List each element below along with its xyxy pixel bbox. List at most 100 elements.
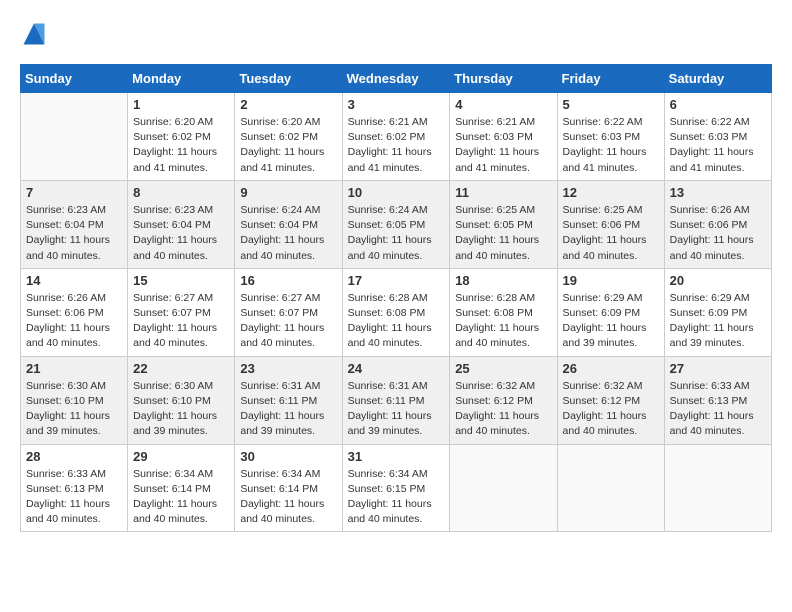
- header-day-tuesday: Tuesday: [235, 65, 342, 93]
- calendar-cell: 11Sunrise: 6:25 AM Sunset: 6:05 PM Dayli…: [450, 180, 557, 268]
- day-number: 24: [348, 361, 445, 376]
- day-number: 7: [26, 185, 122, 200]
- day-number: 22: [133, 361, 229, 376]
- logo-icon: [20, 20, 48, 48]
- calendar-cell: 22 Sunrise: 6:30 AM Sunset: 6:10 PM Dayli…: [128, 356, 235, 444]
- calendar-cell: 20Sunrise: 6:29 AM Sunset: 6:09 PM Dayli…: [664, 268, 771, 356]
- calendar-cell: [450, 444, 557, 532]
- day-info: Sunrise: 6:31 AM Sunset: 6:11 PM Dayligh…: [240, 379, 336, 440]
- header-day-friday: Friday: [557, 65, 664, 93]
- calendar-week-row: 7 Sunrise: 6:23 AM Sunset: 6:04 PM Daylig…: [21, 180, 772, 268]
- day-info: Sunrise: 6:28 AM Sunset: 6:08 PM Dayligh…: [348, 291, 445, 352]
- day-info: Sunrise: 6:26 AM Sunset: 6:06 PM Dayligh…: [26, 291, 122, 352]
- calendar-cell: 23 Sunrise: 6:31 AM Sunset: 6:11 PM Dayli…: [235, 356, 342, 444]
- calendar-cell: 8Sunrise: 6:23 AM Sunset: 6:04 PM Daylig…: [128, 180, 235, 268]
- day-number: 31: [348, 449, 445, 464]
- day-number: 30: [240, 449, 336, 464]
- calendar-cell: [21, 93, 128, 181]
- day-number: 28: [26, 449, 122, 464]
- day-number: 3: [348, 97, 445, 112]
- day-info: Sunrise: 6:21 AM Sunset: 6:02 PM Dayligh…: [348, 115, 445, 176]
- calendar-table: SundayMondayTuesdayWednesdayThursdayFrid…: [20, 64, 772, 532]
- calendar-cell: 30 Sunrise: 6:34 AM Sunset: 6:14 PM Dayli…: [235, 444, 342, 532]
- day-info: Sunrise: 6:25 AM Sunset: 6:06 PM Dayligh…: [563, 203, 659, 264]
- day-number: 29: [133, 449, 229, 464]
- day-info: Sunrise: 6:25 AM Sunset: 6:05 PM Dayligh…: [455, 203, 551, 264]
- calendar-cell: 6Sunrise: 6:22 AM Sunset: 6:03 PM Daylig…: [664, 93, 771, 181]
- calendar-cell: 27 Sunrise: 6:33 AM Sunset: 6:13 PM Dayli…: [664, 356, 771, 444]
- day-info: Sunrise: 6:30 AM Sunset: 6:10 PM Dayligh…: [133, 379, 229, 440]
- day-number: 25: [455, 361, 551, 376]
- day-number: 2: [240, 97, 336, 112]
- day-info: Sunrise: 6:21 AM Sunset: 6:03 PM Dayligh…: [455, 115, 551, 176]
- calendar-cell: 16Sunrise: 6:27 AM Sunset: 6:07 PM Dayli…: [235, 268, 342, 356]
- calendar-cell: 1Sunrise: 6:20 AM Sunset: 6:02 PM Daylig…: [128, 93, 235, 181]
- day-info: Sunrise: 6:32 AM Sunset: 6:12 PM Dayligh…: [563, 379, 659, 440]
- calendar-week-row: 14 Sunrise: 6:26 AM Sunset: 6:06 PM Dayli…: [21, 268, 772, 356]
- day-number: 20: [670, 273, 766, 288]
- day-number: 26: [563, 361, 659, 376]
- day-info: Sunrise: 6:24 AM Sunset: 6:04 PM Dayligh…: [240, 203, 336, 264]
- day-info: Sunrise: 6:34 AM Sunset: 6:14 PM Dayligh…: [240, 467, 336, 528]
- header-day-sunday: Sunday: [21, 65, 128, 93]
- calendar-cell: 24 Sunrise: 6:31 AM Sunset: 6:11 PM Dayli…: [342, 356, 450, 444]
- day-info: Sunrise: 6:33 AM Sunset: 6:13 PM Dayligh…: [26, 467, 122, 528]
- header-day-thursday: Thursday: [450, 65, 557, 93]
- day-number: 23: [240, 361, 336, 376]
- calendar-cell: 19 Sunrise: 6:29 AM Sunset: 6:09 PM Dayli…: [557, 268, 664, 356]
- day-info: Sunrise: 6:27 AM Sunset: 6:07 PM Dayligh…: [133, 291, 229, 352]
- calendar-cell: 5Sunrise: 6:22 AM Sunset: 6:03 PM Daylig…: [557, 93, 664, 181]
- day-info: Sunrise: 6:31 AM Sunset: 6:11 PM Dayligh…: [348, 379, 445, 440]
- calendar-cell: 28 Sunrise: 6:33 AM Sunset: 6:13 PM Dayli…: [21, 444, 128, 532]
- day-info: Sunrise: 6:27 AM Sunset: 6:07 PM Dayligh…: [240, 291, 336, 352]
- day-number: 9: [240, 185, 336, 200]
- day-number: 18: [455, 273, 551, 288]
- day-info: Sunrise: 6:33 AM Sunset: 6:13 PM Dayligh…: [670, 379, 766, 440]
- day-number: 12: [563, 185, 659, 200]
- calendar-cell: 25 Sunrise: 6:32 AM Sunset: 6:12 PM Dayli…: [450, 356, 557, 444]
- calendar-cell: 7 Sunrise: 6:23 AM Sunset: 6:04 PM Daylig…: [21, 180, 128, 268]
- day-number: 15: [133, 273, 229, 288]
- day-number: 27: [670, 361, 766, 376]
- calendar-cell: 13 Sunrise: 6:26 AM Sunset: 6:06 PM Dayli…: [664, 180, 771, 268]
- day-number: 1: [133, 97, 229, 112]
- day-info: Sunrise: 6:28 AM Sunset: 6:08 PM Dayligh…: [455, 291, 551, 352]
- day-number: 21: [26, 361, 122, 376]
- day-info: Sunrise: 6:22 AM Sunset: 6:03 PM Dayligh…: [670, 115, 766, 176]
- day-number: 13: [670, 185, 766, 200]
- calendar-cell: 29 Sunrise: 6:34 AM Sunset: 6:14 PM Dayli…: [128, 444, 235, 532]
- calendar-week-row: 21 Sunrise: 6:30 AM Sunset: 6:10 PM Dayli…: [21, 356, 772, 444]
- day-info: Sunrise: 6:23 AM Sunset: 6:04 PM Dayligh…: [26, 203, 122, 264]
- calendar-cell: 4 Sunrise: 6:21 AM Sunset: 6:03 PM Daylig…: [450, 93, 557, 181]
- calendar-cell: [664, 444, 771, 532]
- day-number: 17: [348, 273, 445, 288]
- calendar-cell: 9 Sunrise: 6:24 AM Sunset: 6:04 PM Daylig…: [235, 180, 342, 268]
- day-info: Sunrise: 6:34 AM Sunset: 6:15 PM Dayligh…: [348, 467, 445, 528]
- calendar-cell: 17 Sunrise: 6:28 AM Sunset: 6:08 PM Dayli…: [342, 268, 450, 356]
- day-number: 8: [133, 185, 229, 200]
- day-info: Sunrise: 6:32 AM Sunset: 6:12 PM Dayligh…: [455, 379, 551, 440]
- day-info: Sunrise: 6:34 AM Sunset: 6:14 PM Dayligh…: [133, 467, 229, 528]
- day-info: Sunrise: 6:22 AM Sunset: 6:03 PM Dayligh…: [563, 115, 659, 176]
- day-number: 10: [348, 185, 445, 200]
- logo: [20, 20, 52, 48]
- day-info: Sunrise: 6:29 AM Sunset: 6:09 PM Dayligh…: [563, 291, 659, 352]
- calendar-cell: 31 Sunrise: 6:34 AM Sunset: 6:15 PM Dayli…: [342, 444, 450, 532]
- header-day-wednesday: Wednesday: [342, 65, 450, 93]
- calendar-cell: 10 Sunrise: 6:24 AM Sunset: 6:05 PM Dayli…: [342, 180, 450, 268]
- day-number: 4: [455, 97, 551, 112]
- calendar-week-row: 1Sunrise: 6:20 AM Sunset: 6:02 PM Daylig…: [21, 93, 772, 181]
- calendar-cell: 12 Sunrise: 6:25 AM Sunset: 6:06 PM Dayli…: [557, 180, 664, 268]
- header-day-monday: Monday: [128, 65, 235, 93]
- calendar-body: 1Sunrise: 6:20 AM Sunset: 6:02 PM Daylig…: [21, 93, 772, 532]
- day-info: Sunrise: 6:30 AM Sunset: 6:10 PM Dayligh…: [26, 379, 122, 440]
- calendar-week-row: 28 Sunrise: 6:33 AM Sunset: 6:13 PM Dayli…: [21, 444, 772, 532]
- calendar-cell: [557, 444, 664, 532]
- day-number: 14: [26, 273, 122, 288]
- calendar-cell: 3 Sunrise: 6:21 AM Sunset: 6:02 PM Daylig…: [342, 93, 450, 181]
- page-header: [20, 20, 772, 48]
- day-number: 19: [563, 273, 659, 288]
- day-info: Sunrise: 6:26 AM Sunset: 6:06 PM Dayligh…: [670, 203, 766, 264]
- day-info: Sunrise: 6:24 AM Sunset: 6:05 PM Dayligh…: [348, 203, 445, 264]
- calendar-cell: 18 Sunrise: 6:28 AM Sunset: 6:08 PM Dayli…: [450, 268, 557, 356]
